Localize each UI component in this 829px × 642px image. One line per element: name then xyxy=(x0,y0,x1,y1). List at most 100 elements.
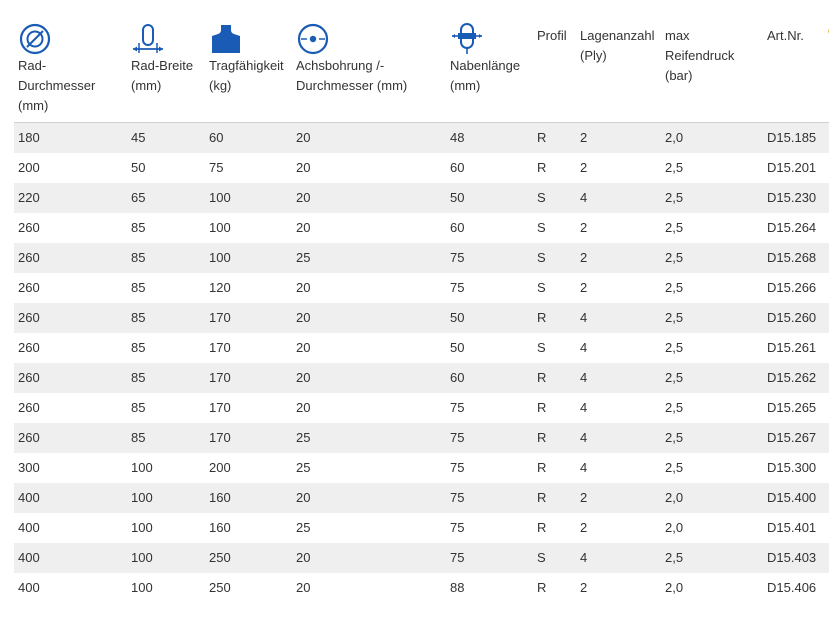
cell-reifendruck: 2,5 xyxy=(665,400,684,415)
cell-rad_breite: 45 xyxy=(131,130,146,145)
cell-lagenanzahl: 4 xyxy=(580,190,588,205)
cell-nabenlaenge: 75 xyxy=(450,460,465,475)
column-header-label: Art.Nr. xyxy=(767,28,804,43)
cell-lagenanzahl: 2 xyxy=(580,490,588,505)
cell-rad_durchmesser: 300 xyxy=(18,460,40,475)
cell-achsbohrung: 25 xyxy=(296,430,311,445)
table-row: 400 100 250 20 88 R 2 2,0 D15.406 xyxy=(14,573,829,603)
cell-artnr: D15.300 xyxy=(767,460,817,475)
cell-lagenanzahl: 2 xyxy=(580,160,588,175)
cell-tragfaehigkeit: 200 xyxy=(209,460,231,475)
cell-artnr: D15.261 xyxy=(767,340,817,355)
cell-reifendruck: 2,5 xyxy=(665,340,684,355)
cell-rad_breite: 50 xyxy=(131,160,146,175)
cell-reifendruck: 2,5 xyxy=(665,190,684,205)
cell-lagenanzahl: 2 xyxy=(580,130,588,145)
column-header-lagenanzahl: Lagenanzahl (Ply) xyxy=(580,22,654,66)
cell-tragfaehigkeit: 100 xyxy=(209,250,231,265)
cell-tragfaehigkeit: 170 xyxy=(209,340,231,355)
cell-rad_durchmesser: 400 xyxy=(18,550,40,565)
cell-nabenlaenge: 88 xyxy=(450,580,465,595)
cell-achsbohrung: 25 xyxy=(296,460,311,475)
column-header-profil: Profil xyxy=(537,22,567,46)
table-row: 400 100 250 20 75 S 4 2,5 D15.403 xyxy=(14,543,829,573)
cell-profil: R xyxy=(537,520,547,535)
cell-profil: R xyxy=(537,310,547,325)
wheel-diameter-icon xyxy=(18,22,52,56)
cell-profil: R xyxy=(537,370,547,385)
column-header-label: Lagenanzahl (Ply) xyxy=(580,28,655,63)
cell-profil: R xyxy=(537,160,547,175)
cell-reifendruck: 2,0 xyxy=(665,130,684,145)
cell-achsbohrung: 20 xyxy=(296,370,311,385)
cell-artnr: D15.268 xyxy=(767,250,817,265)
column-header-label: Profil xyxy=(537,28,567,43)
cell-tragfaehigkeit: 170 xyxy=(209,310,231,325)
cell-reifendruck: 2,5 xyxy=(665,280,684,295)
cell-rad_breite: 100 xyxy=(131,550,153,565)
cell-artnr: D15.400 xyxy=(767,490,817,505)
cell-nabenlaenge: 60 xyxy=(450,370,465,385)
cell-lagenanzahl: 4 xyxy=(580,400,588,415)
column-header-nabenlaenge: Nabenlänge (mm) xyxy=(450,22,520,96)
cell-artnr: D15.265 xyxy=(767,400,817,415)
cell-artnr: D15.403 xyxy=(767,550,817,565)
cell-nabenlaenge: 75 xyxy=(450,250,465,265)
cell-profil: S xyxy=(537,280,546,295)
cell-rad_breite: 85 xyxy=(131,250,146,265)
cell-achsbohrung: 25 xyxy=(296,520,311,535)
column-header-artnr: Art.Nr. xyxy=(767,22,804,46)
cell-achsbohrung: 20 xyxy=(296,490,311,505)
hub-length-icon xyxy=(450,22,484,56)
cell-tragfaehigkeit: 75 xyxy=(209,160,224,175)
table-row: 220 65 100 20 50 S 4 2,5 D15.230 xyxy=(14,183,829,213)
table-body: 180 45 60 20 48 R 2 2,0 D15.185 200 50 75 20 60 R 2 2,5 D… xyxy=(14,123,829,603)
cell-tragfaehigkeit: 160 xyxy=(209,520,231,535)
column-header-rad_durchmesser: Rad- Durchmesser (mm) xyxy=(18,22,95,116)
cell-achsbohrung: 20 xyxy=(296,310,311,325)
cell-tragfaehigkeit: 100 xyxy=(209,190,231,205)
cell-artnr: D15.185 xyxy=(767,130,817,145)
cell-nabenlaenge: 48 xyxy=(450,130,465,145)
table-row: 260 85 100 25 75 S 2 2,5 D15.268 xyxy=(14,243,829,273)
cell-rad_durchmesser: 400 xyxy=(18,490,40,505)
cell-reifendruck: 2,5 xyxy=(665,460,684,475)
table-row: 260 85 170 20 50 S 4 2,5 D15.261 xyxy=(14,333,829,363)
cell-reifendruck: 2,0 xyxy=(665,520,684,535)
cell-reifendruck: 2,5 xyxy=(665,430,684,445)
cell-reifendruck: 2,5 xyxy=(665,550,684,565)
cell-profil: R xyxy=(537,490,547,505)
cell-profil: R xyxy=(537,460,547,475)
cell-rad_breite: 85 xyxy=(131,220,146,235)
table-header: Rad- Durchmesser (mm) Rad-Breite (mm) Trag… xyxy=(14,22,829,123)
cell-rad_breite: 85 xyxy=(131,430,146,445)
table-row: 260 85 170 20 60 R 4 2,5 D15.262 xyxy=(14,363,829,393)
column-header-label: Achsbohrung /- Durchmesser (mm) xyxy=(296,58,408,93)
cell-rad_breite: 100 xyxy=(131,580,153,595)
cell-achsbohrung: 25 xyxy=(296,250,311,265)
table-row: 200 50 75 20 60 R 2 2,5 D15.201 xyxy=(14,153,829,183)
cell-artnr: D15.406 xyxy=(767,580,817,595)
column-header-achsbohrung: Achsbohrung /- Durchmesser (mm) xyxy=(296,22,407,96)
cell-artnr: D15.267 xyxy=(767,430,817,445)
cell-achsbohrung: 20 xyxy=(296,400,311,415)
column-header-tragfaehigkeit: Tragfähigkeit (kg) xyxy=(209,22,284,96)
cell-nabenlaenge: 60 xyxy=(450,160,465,175)
cell-rad_durchmesser: 260 xyxy=(18,370,40,385)
load-capacity-icon xyxy=(209,22,243,56)
cell-profil: S xyxy=(537,340,546,355)
cell-lagenanzahl: 2 xyxy=(580,220,588,235)
cell-rad_durchmesser: 200 xyxy=(18,160,40,175)
cell-achsbohrung: 20 xyxy=(296,340,311,355)
cell-artnr: D15.260 xyxy=(767,310,817,325)
cell-profil: S xyxy=(537,250,546,265)
cell-rad_durchmesser: 400 xyxy=(18,580,40,595)
cell-rad_durchmesser: 260 xyxy=(18,310,40,325)
cell-nabenlaenge: 60 xyxy=(450,220,465,235)
cell-nabenlaenge: 50 xyxy=(450,190,465,205)
cell-reifendruck: 2,5 xyxy=(665,370,684,385)
table-row: 300 100 200 25 75 R 4 2,5 D15.300 xyxy=(14,453,829,483)
cell-tragfaehigkeit: 100 xyxy=(209,220,231,235)
cell-nabenlaenge: 75 xyxy=(450,550,465,565)
cell-tragfaehigkeit: 170 xyxy=(209,430,231,445)
